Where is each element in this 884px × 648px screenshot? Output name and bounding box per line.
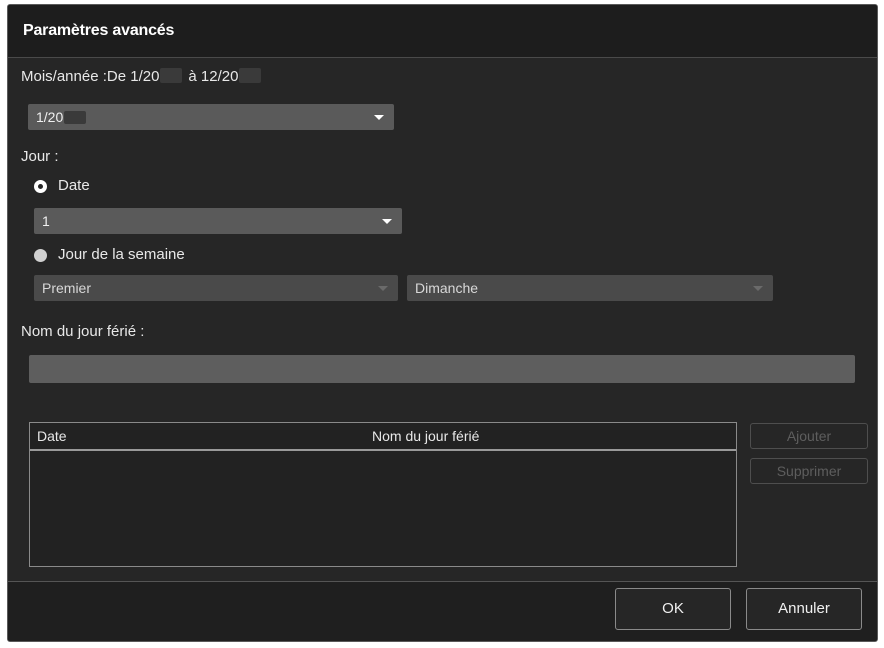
weekday-select-value: Dimanche bbox=[415, 280, 479, 296]
day-label: Jour : bbox=[21, 148, 59, 165]
column-header-holiday-name[interactable]: Nom du jour férié bbox=[372, 428, 479, 444]
week-ordinal-select-value: Premier bbox=[42, 280, 92, 296]
date-select-value: 1 bbox=[42, 213, 50, 229]
month-year-select-value: 1/20 bbox=[36, 109, 64, 125]
holiday-name-input[interactable] bbox=[29, 355, 855, 383]
radio-date[interactable] bbox=[34, 180, 47, 193]
advanced-settings-dialog: Paramètres avancés Mois/année :De 1/20 à … bbox=[7, 4, 878, 642]
table-header: Date Nom du jour férié bbox=[30, 423, 736, 451]
radio-date-label: Date bbox=[58, 177, 90, 194]
holidays-table: Date Nom du jour férié bbox=[29, 422, 737, 567]
redacted-year-start bbox=[160, 68, 183, 83]
month-year-mid: à 12/20 bbox=[188, 68, 239, 85]
chevron-down-icon bbox=[374, 115, 384, 120]
month-year-prefix: Mois/année :De 1/20 bbox=[21, 68, 160, 85]
dialog-title: Paramètres avancés bbox=[23, 22, 175, 39]
month-year-range-label: Mois/année :De 1/20 à 12/20 bbox=[21, 68, 267, 85]
chevron-down-icon bbox=[382, 219, 392, 224]
column-header-date[interactable]: Date bbox=[37, 428, 67, 444]
redacted-select-year bbox=[64, 111, 87, 124]
redacted-year-end bbox=[239, 68, 262, 83]
ok-button[interactable]: OK bbox=[615, 588, 731, 630]
dialog-titlebar: Paramètres avancés bbox=[8, 5, 877, 58]
week-ordinal-select[interactable]: Premier bbox=[34, 275, 398, 301]
chevron-down-icon bbox=[753, 286, 763, 291]
add-button[interactable]: Ajouter bbox=[750, 423, 868, 449]
radio-weekday[interactable] bbox=[34, 249, 47, 262]
cancel-button[interactable]: Annuler bbox=[746, 588, 862, 630]
holiday-name-label: Nom du jour férié : bbox=[21, 323, 145, 340]
weekday-select[interactable]: Dimanche bbox=[407, 275, 773, 301]
month-year-select[interactable]: 1/20 bbox=[28, 104, 394, 130]
delete-button[interactable]: Supprimer bbox=[750, 458, 868, 484]
date-select[interactable]: 1 bbox=[34, 208, 402, 234]
radio-weekday-label: Jour de la semaine bbox=[58, 246, 185, 263]
chevron-down-icon bbox=[378, 286, 388, 291]
